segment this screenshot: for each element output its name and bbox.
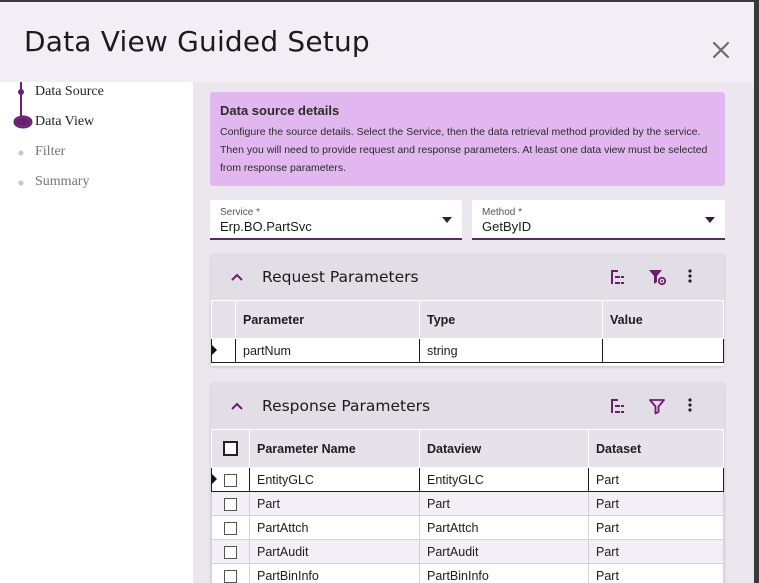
table-row[interactable]: EntityGLC EntityGLC Part	[211, 467, 724, 492]
table-row[interactable]: partNum string	[211, 338, 724, 363]
filter-icon[interactable]	[647, 396, 667, 416]
service-select[interactable]: Service * Erp.BO.PartSvc	[210, 200, 462, 240]
close-icon[interactable]	[709, 38, 733, 62]
row-select-cell	[211, 539, 250, 564]
info-banner: Data source details Configure the source…	[210, 92, 725, 186]
table-row[interactable]: Part Part Part	[211, 491, 724, 516]
column-header-parameter[interactable]: Parameter	[235, 300, 420, 339]
method-value: GetByID	[482, 219, 532, 234]
response-parameters-table: Parameter Name Dataview Dataset EntityGL…	[211, 429, 724, 583]
guided-setup-dialog: Data View Guided Setup Data Source Data …	[0, 2, 754, 583]
more-options-icon[interactable]	[684, 396, 696, 416]
row-indicator	[211, 338, 236, 363]
chevron-up-icon[interactable]	[229, 398, 245, 414]
request-parameters-table: Parameter Type Value partNum string	[211, 300, 724, 363]
step-dot-icon	[18, 89, 24, 95]
cell-dataview[interactable]: PartAudit	[419, 539, 589, 564]
response-panel-title: Response Parameters	[262, 397, 431, 415]
select-all-header	[211, 429, 250, 468]
step-data-source[interactable]: Data Source	[35, 84, 104, 100]
table-row[interactable]: PartAudit PartAudit Part	[211, 539, 724, 564]
service-value: Erp.BO.PartSvc	[220, 219, 312, 234]
chevron-down-icon[interactable]	[442, 217, 452, 223]
dialog-title: Data View Guided Setup	[24, 25, 370, 58]
table-row[interactable]: PartBinInfo PartBinInfo Part	[211, 563, 724, 583]
cell-dataview[interactable]: EntityGLC	[419, 467, 589, 492]
row-checkbox[interactable]	[224, 569, 237, 583]
row-pointer-icon	[212, 345, 217, 355]
column-header-type[interactable]: Type	[419, 300, 603, 339]
chevron-down-icon[interactable]	[705, 217, 715, 223]
chevron-up-icon[interactable]	[229, 269, 245, 285]
cell-parameter[interactable]: partNum	[235, 338, 420, 363]
cell-dataset[interactable]: Part	[588, 515, 724, 540]
stepper-sidebar: Data Source Data View Filter Summary	[0, 82, 193, 583]
filter-settings-icon[interactable]	[647, 267, 667, 287]
cell-dataview[interactable]: PartAttch	[419, 515, 589, 540]
tree-view-icon[interactable]	[608, 267, 628, 287]
cell-dataset[interactable]: Part	[588, 539, 724, 564]
cell-dataset[interactable]: Part	[588, 491, 724, 516]
step-dot-icon	[18, 150, 24, 156]
cell-parameter-name[interactable]: Part	[249, 491, 420, 516]
row-select-cell	[211, 467, 250, 492]
cell-dataview[interactable]: PartBinInfo	[419, 563, 589, 583]
cell-type[interactable]: string	[419, 338, 603, 363]
request-parameters-panel: Request Parameters Parameter Type Value …	[211, 254, 724, 366]
cell-value[interactable]	[602, 338, 724, 363]
table-row[interactable]: PartAttch PartAttch Part	[211, 515, 724, 540]
service-label: Service *	[220, 207, 261, 218]
cell-dataview[interactable]: Part	[419, 491, 589, 516]
row-pointer-icon	[212, 474, 217, 484]
row-select-cell	[211, 491, 250, 516]
cell-parameter-name[interactable]: PartAttch	[249, 515, 420, 540]
cell-parameter-name[interactable]: EntityGLC	[249, 467, 420, 492]
select-all-checkbox[interactable]	[223, 441, 238, 457]
row-checkbox[interactable]	[224, 473, 237, 487]
row-checkbox[interactable]	[224, 497, 237, 511]
row-select-cell	[211, 515, 250, 540]
column-header-dataview[interactable]: Dataview	[419, 429, 589, 468]
row-checkbox[interactable]	[224, 521, 237, 535]
cell-dataset[interactable]: Part	[588, 563, 724, 583]
step-active-marker-icon	[13, 115, 33, 129]
request-panel-header: Request Parameters	[211, 254, 724, 300]
step-data-view[interactable]: Data View	[35, 114, 94, 130]
dialog-header: Data View Guided Setup	[0, 2, 754, 82]
more-options-icon[interactable]	[684, 267, 696, 287]
response-panel-header: Response Parameters	[211, 383, 724, 429]
main-content: Data source details Configure the source…	[193, 82, 754, 583]
row-selector-header	[211, 300, 236, 339]
column-header-parameter-name[interactable]: Parameter Name	[249, 429, 420, 468]
response-parameters-panel: Response Parameters Parameter Name Datav…	[211, 383, 724, 583]
tree-view-icon[interactable]	[608, 396, 628, 416]
cell-dataset[interactable]: Part	[588, 467, 724, 492]
column-header-value[interactable]: Value	[602, 300, 724, 339]
row-select-cell	[211, 563, 250, 583]
request-panel-title: Request Parameters	[262, 268, 419, 286]
step-summary[interactable]: Summary	[35, 174, 89, 190]
cell-parameter-name[interactable]: PartAudit	[249, 539, 420, 564]
step-dot-icon	[18, 180, 24, 186]
info-title: Data source details	[220, 103, 340, 118]
row-checkbox[interactable]	[224, 545, 237, 559]
info-text: Configure the source details. Select the…	[220, 126, 708, 174]
cell-parameter-name[interactable]: PartBinInfo	[249, 563, 420, 583]
method-select[interactable]: Method * GetByID	[472, 200, 725, 240]
step-filter[interactable]: Filter	[35, 144, 65, 160]
method-label: Method *	[482, 207, 523, 218]
column-header-dataset[interactable]: Dataset	[588, 429, 724, 468]
